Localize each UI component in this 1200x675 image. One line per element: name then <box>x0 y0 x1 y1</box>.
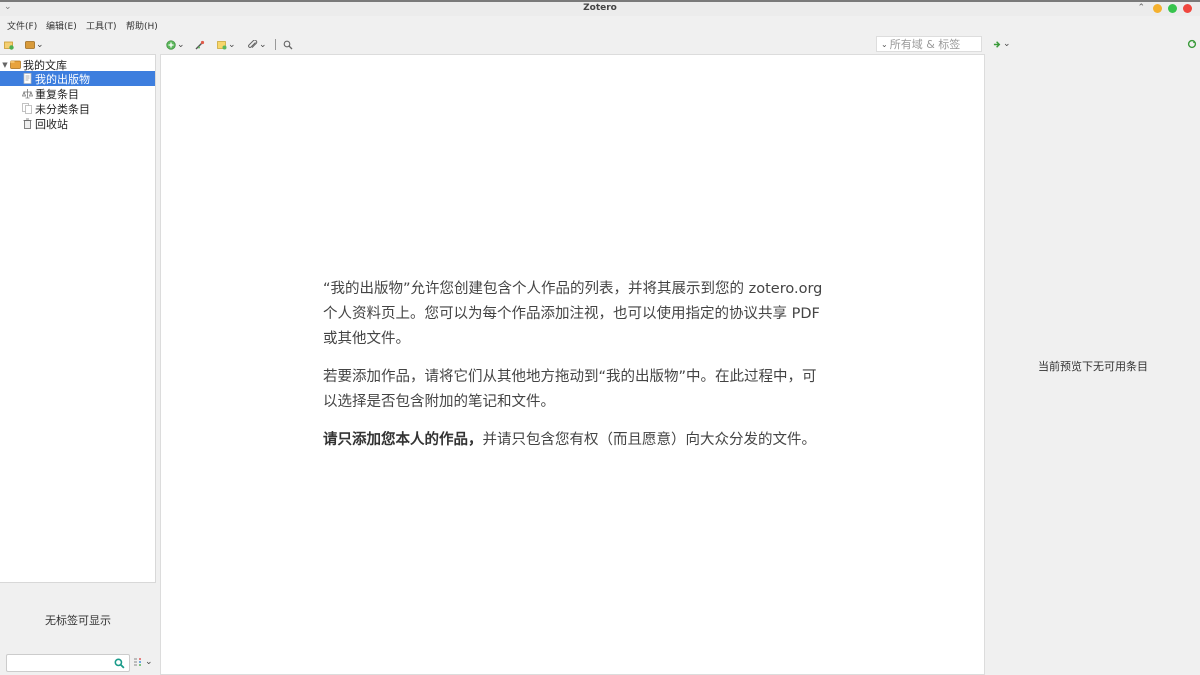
window-title: Zotero <box>583 3 617 13</box>
collection-label: 我的出版物 <box>35 72 90 86</box>
window-controls: ⌃ <box>1137 3 1192 13</box>
menu-file[interactable]: 文件(F) <box>7 19 37 32</box>
tag-selector-icon <box>134 657 141 666</box>
new-note-icon <box>217 41 227 50</box>
intro-paragraph-2: 若要添加作品，请将它们从其他地方拖动到“我的出版物”中。在此过程中，可以选择是否… <box>323 369 817 410</box>
search-input[interactable] <box>889 37 976 51</box>
tag-selector: 无标签可显示 ⌄ <box>0 583 156 675</box>
locate-icon <box>993 40 1001 48</box>
tag-filter-input[interactable] <box>10 656 114 672</box>
new-note-button[interactable]: ⌄ <box>217 39 236 51</box>
new-item-button[interactable]: ⌄ <box>166 39 185 51</box>
chevron-down-icon: ⌄ <box>36 40 44 50</box>
collection-unfiled[interactable]: 未分类条目 <box>0 101 155 116</box>
chevron-down-icon: ⌄ <box>1003 39 1011 49</box>
tag-selector-actions-button[interactable]: ⌄ <box>134 657 153 667</box>
add-by-identifier-button[interactable] <box>195 39 205 51</box>
trash-icon <box>22 118 33 129</box>
intro-paragraph-3: 请只添加您本人的作品，并请只包含您有权（而且愿意）向大众分发的文件。 <box>323 428 828 453</box>
duplicate-icon <box>22 88 33 99</box>
toolbar: ⌄ ⌄ ⌄ ⌄ <box>0 35 1200 53</box>
no-tags-message: 无标签可显示 <box>45 614 111 627</box>
intro-warning-rest: 并请只包含您有权（而且愿意）向大众分发的文件。 <box>482 432 817 448</box>
new-collection-button[interactable] <box>4 39 14 51</box>
menu-help[interactable]: 帮助(H) <box>126 19 158 32</box>
sync-icon <box>1187 39 1197 49</box>
restore-icon[interactable]: ⌃ <box>1137 3 1145 13</box>
search-mode-chevron-icon[interactable]: ⌄ <box>881 40 888 49</box>
maximize-button[interactable] <box>1168 3 1177 13</box>
collection-label: 重复条目 <box>35 87 79 101</box>
close-button[interactable] <box>1183 3 1192 13</box>
chevron-down-icon: ⌄ <box>228 40 236 50</box>
tree-twisty-icon[interactable]: ▼ <box>0 61 10 69</box>
menu-tools[interactable]: 工具(T) <box>86 19 117 32</box>
search-icon <box>114 658 125 669</box>
search-field[interactable]: ⌄ <box>876 36 982 52</box>
intro-paragraph-1: “我的出版物”允许您创建包含个人作品的列表，并将其展示到您的 zotero.or… <box>323 281 823 347</box>
chevron-down-icon: ⌄ <box>145 657 153 667</box>
chevron-down-icon: ⌄ <box>177 40 185 50</box>
collections-pane: ▼ 我的文库 我的出版物 重复条目 未分类条目 回收站 <box>0 54 156 583</box>
collection-label: 回收站 <box>35 117 68 131</box>
intro-warning-bold: 请只添加您本人的作品， <box>323 432 483 448</box>
tag-filter-field[interactable] <box>6 654 130 672</box>
chevron-down-icon: ⌄ <box>259 40 267 50</box>
folder-icon <box>10 59 21 70</box>
new-collection-icon <box>4 41 14 50</box>
sync-button[interactable] <box>1187 39 1197 49</box>
item-pane: 当前预览下无可用条目 <box>986 54 1200 675</box>
add-attachment-button[interactable]: ⌄ <box>248 39 267 51</box>
unfiled-icon <box>22 103 33 114</box>
attachment-icon <box>248 40 258 48</box>
menu-edit[interactable]: 编辑(E) <box>46 19 77 32</box>
items-pane: “我的出版物”允许您创建包含个人作品的列表，并将其展示到您的 zotero.or… <box>160 54 985 675</box>
publication-icon <box>22 73 33 84</box>
item-pane-message: 当前预览下无可用条目 <box>1038 360 1148 373</box>
minimize-button[interactable] <box>1153 3 1162 13</box>
collection-trash[interactable]: 回收站 <box>0 116 155 131</box>
title-bar: ⌄ Zotero ⌃ <box>0 0 1200 16</box>
my-publications-intro: “我的出版物”允许您创建包含个人作品的列表，并将其展示到您的 zotero.or… <box>323 277 828 466</box>
library-actions-icon <box>25 41 35 49</box>
toolbar-separator <box>275 39 276 50</box>
library-actions-button[interactable]: ⌄ <box>25 39 44 51</box>
search-icon <box>283 40 293 50</box>
magic-wand-icon <box>195 40 205 50</box>
collection-label: 未分类条目 <box>35 102 90 116</box>
locate-button[interactable]: ⌄ <box>993 39 1011 49</box>
advanced-search-button[interactable] <box>283 39 293 51</box>
menu-bar: 文件(F) 编辑(E) 工具(T) 帮助(H) <box>0 16 1200 34</box>
collection-duplicates[interactable]: 重复条目 <box>0 86 155 101</box>
new-item-icon <box>166 40 176 50</box>
collection-my-publications[interactable]: 我的出版物 <box>0 71 155 86</box>
